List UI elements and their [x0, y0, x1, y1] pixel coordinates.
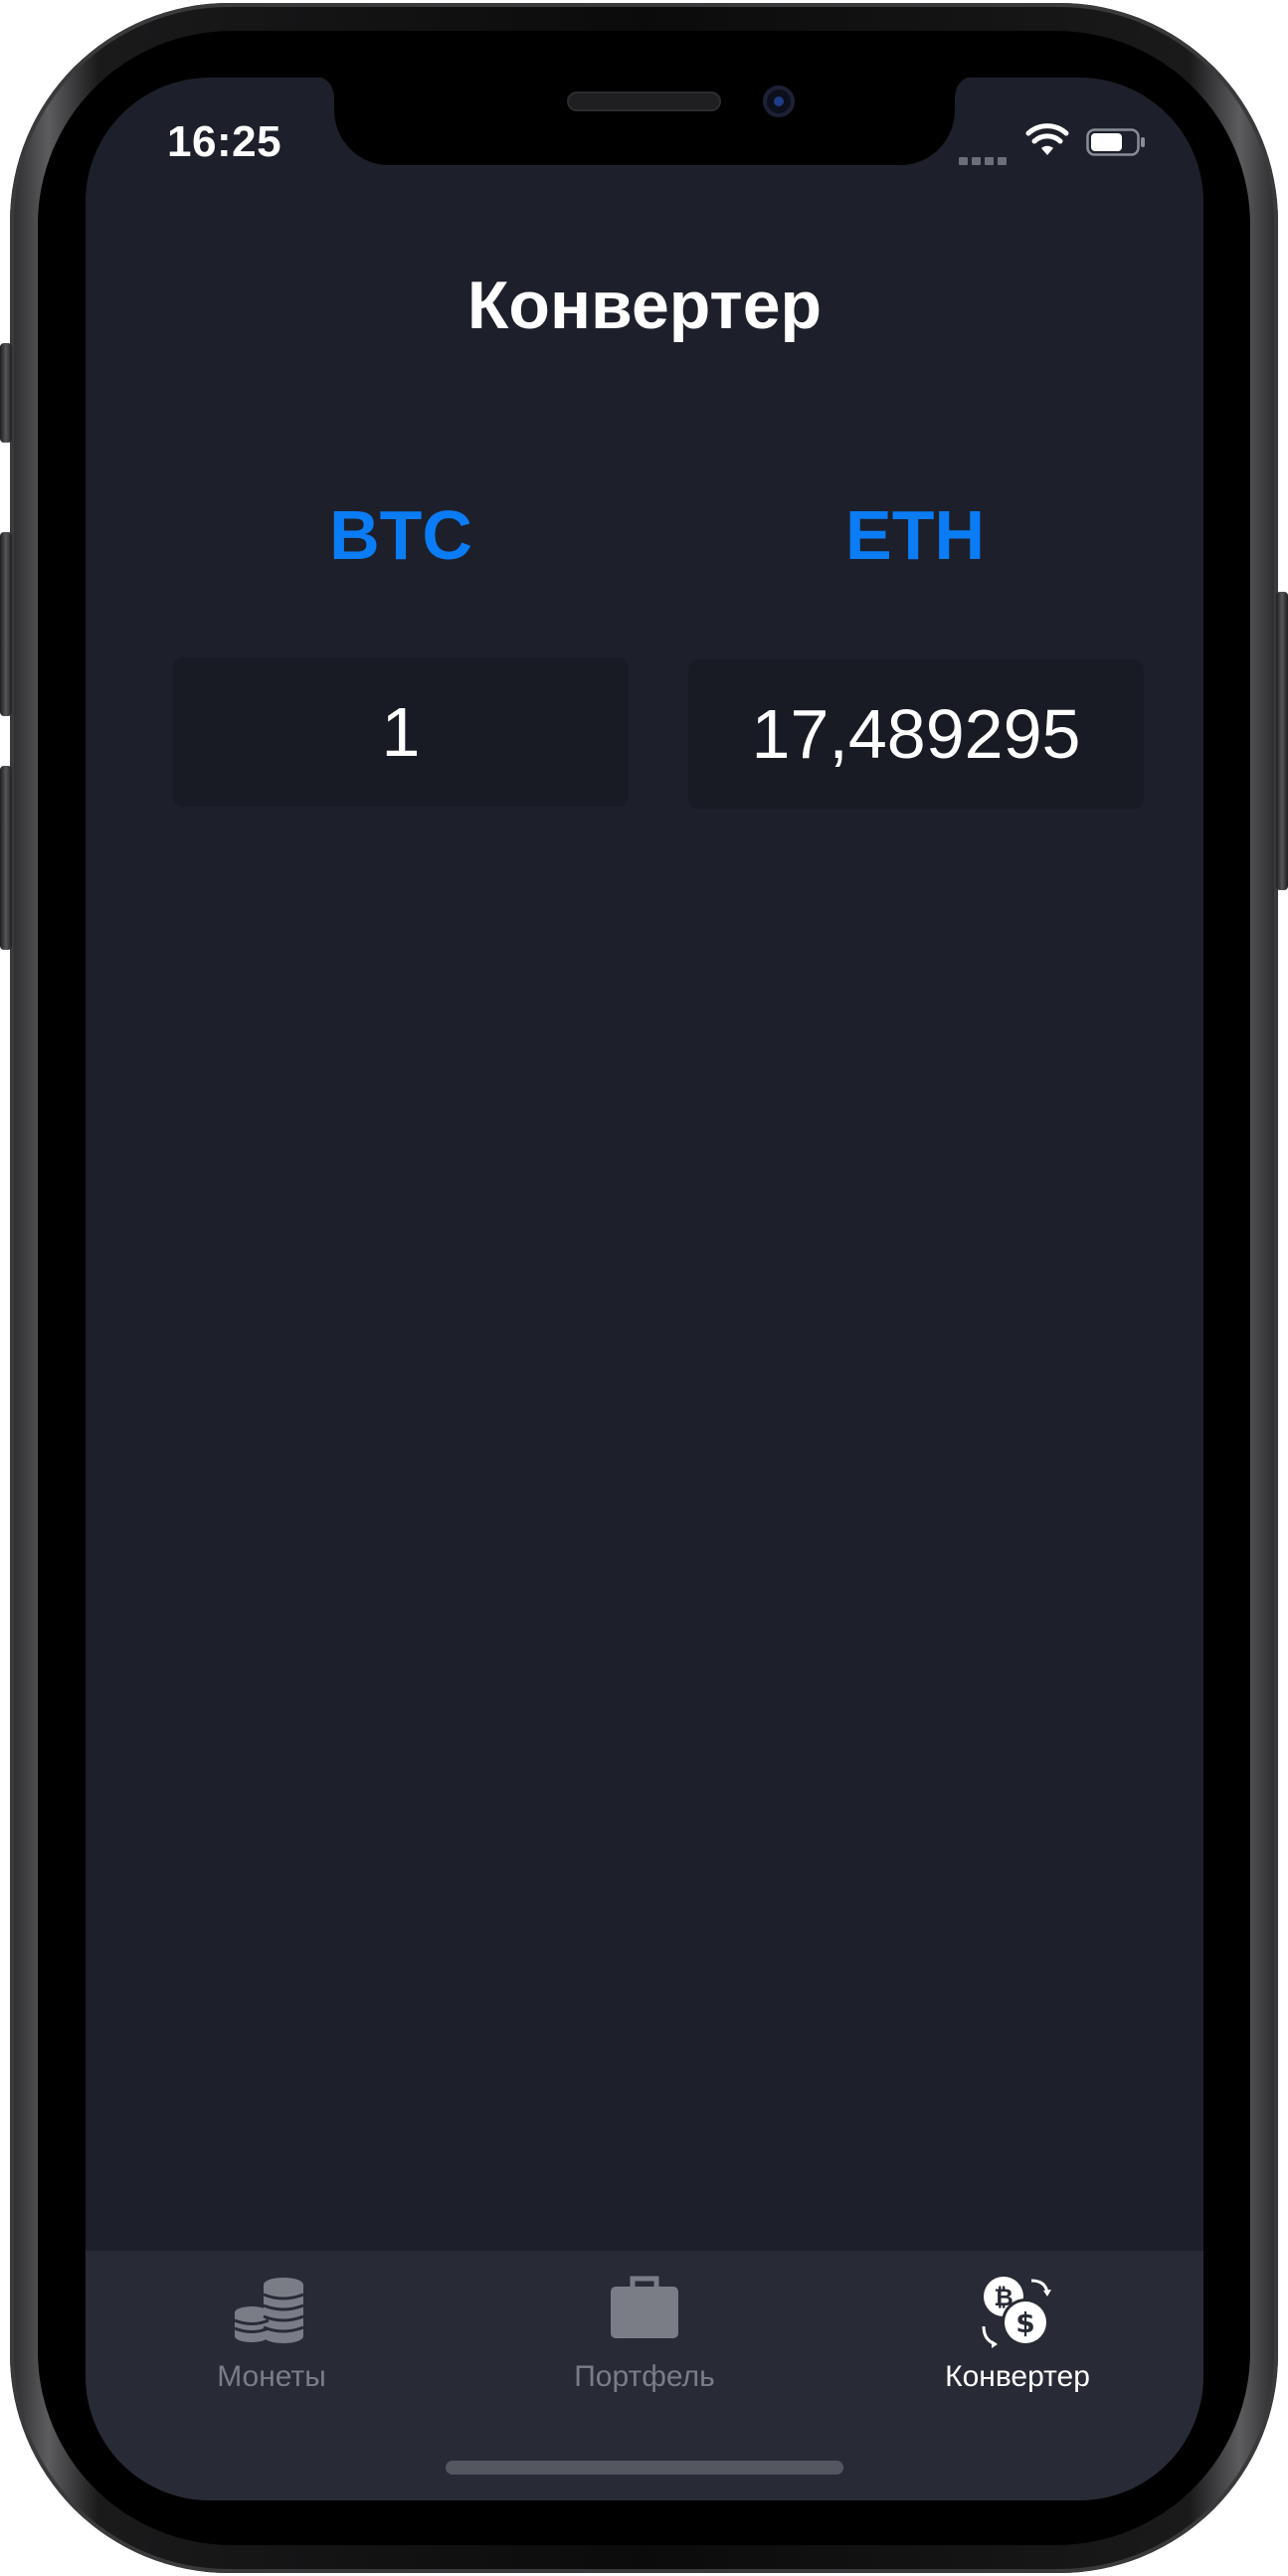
- tab-portfolio-label: Портфель: [574, 2360, 715, 2393]
- tab-converter[interactable]: ₿ $ Конвертер: [831, 2251, 1203, 2410]
- volume-down-button: [0, 766, 12, 950]
- from-amount-field[interactable]: 1: [173, 657, 629, 807]
- notch: [314, 78, 975, 165]
- from-currency-selector[interactable]: BTC: [202, 495, 600, 575]
- status-time: 16:25: [167, 117, 282, 166]
- page-title: Конвертер: [466, 268, 823, 343]
- wifi-icon: [1025, 123, 1069, 155]
- to-amount-field[interactable]: 17,489295: [688, 659, 1144, 809]
- volume-up-button: [0, 532, 12, 716]
- briefcase-icon: [611, 2276, 678, 2338]
- tab-coins-label: Монеты: [217, 2360, 326, 2393]
- cellular-signal-icon: [959, 152, 1014, 165]
- to-amount-value: 17,489295: [751, 695, 1081, 773]
- app-screen: 16:25 Конвертер BTC ETH 1 17,489295 Моне…: [86, 78, 1203, 2500]
- mute-switch: [0, 343, 12, 443]
- side-button: [1276, 592, 1288, 890]
- tab-portfolio[interactable]: Портфель: [459, 2251, 830, 2410]
- tab-converter-label: Конвертер: [945, 2360, 1090, 2393]
- svg-text:$: $: [1015, 2306, 1034, 2339]
- battery-icon: [1086, 128, 1145, 156]
- tab-coins[interactable]: Монеты: [86, 2251, 458, 2410]
- home-indicator[interactable]: [446, 2461, 843, 2475]
- currency-exchange-icon: ₿ $: [982, 2277, 1051, 2348]
- front-camera: [763, 86, 795, 117]
- earpiece-speaker: [567, 92, 721, 111]
- from-amount-value: 1: [381, 693, 421, 771]
- to-currency-selector[interactable]: ETH: [716, 495, 1114, 575]
- coins-icon: [234, 2278, 304, 2343]
